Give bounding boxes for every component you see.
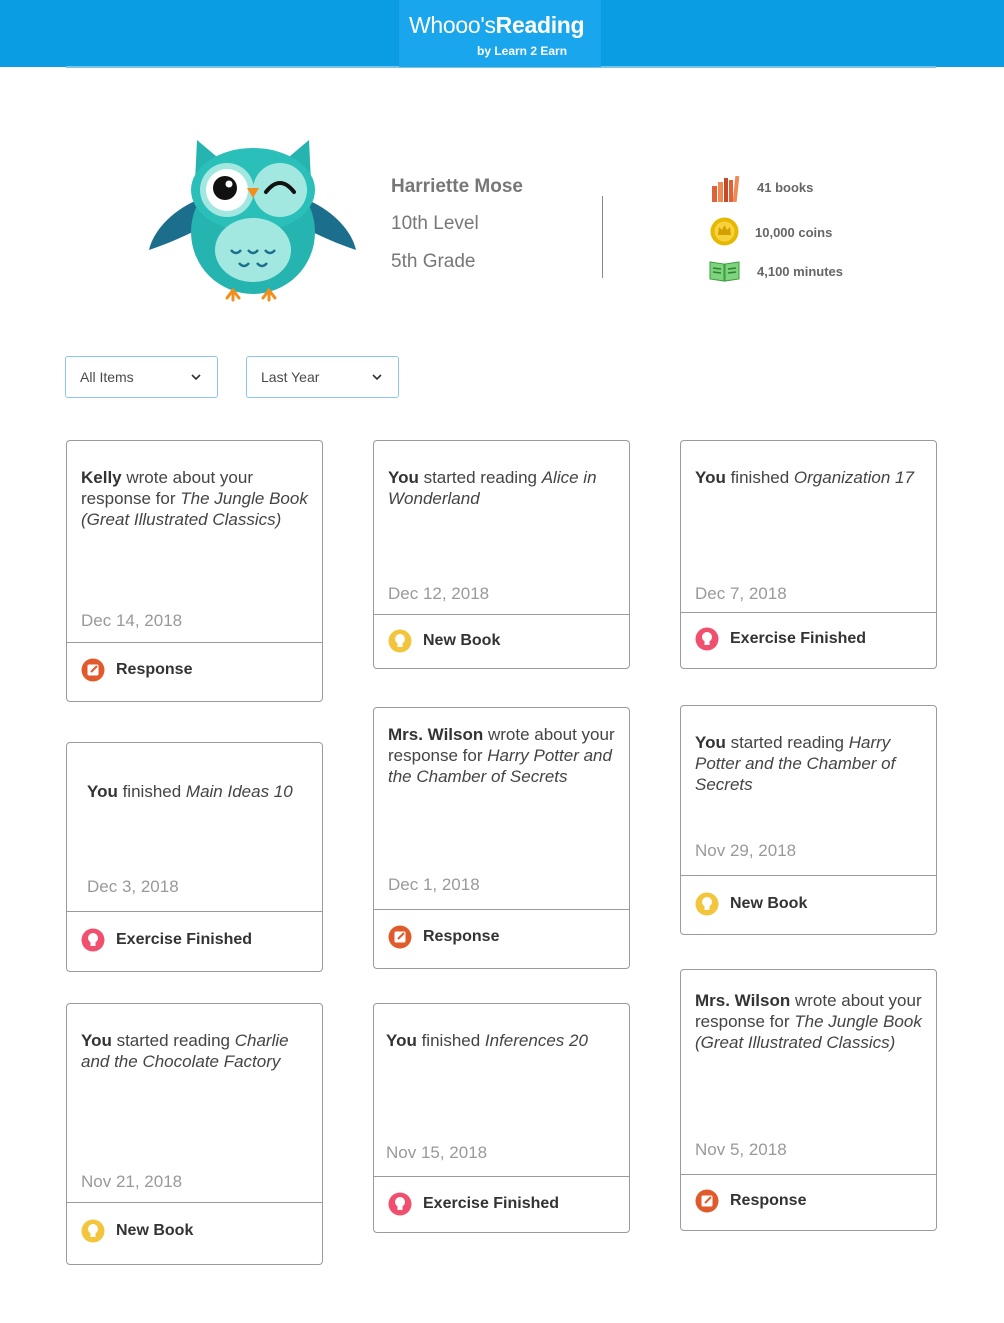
activity-date: Dec 7, 2018 (695, 584, 787, 603)
activity-type-label: Exercise Finished (423, 1195, 560, 1212)
winking-owl-icon (149, 140, 356, 302)
card-divider (67, 642, 322, 643)
card-divider (374, 909, 629, 910)
activity-type-label: New Book (423, 632, 501, 649)
student-level: 10th Level (391, 213, 479, 234)
open-book-icon (709, 261, 740, 282)
card-divider (374, 1176, 629, 1177)
logo-wordmark: Whooo'sReading (409, 12, 585, 38)
logo-tagline: by Learn 2 Earn (477, 44, 568, 58)
card-divider (681, 875, 936, 876)
activity-description: You started reading Alice in Wonderland (388, 468, 597, 508)
coin-icon (710, 217, 739, 246)
card-divider (67, 911, 322, 912)
activity-date: Dec 1, 2018 (388, 875, 480, 894)
activity-description: You finished Organization 17 (695, 468, 914, 487)
activity-type-label: Response (116, 661, 193, 678)
books-icon (712, 175, 740, 202)
activity-description: You started reading Charlie and the Choc… (81, 1031, 289, 1071)
activity-date: Nov 21, 2018 (81, 1172, 183, 1191)
coins-count: 10,000 coins (755, 225, 833, 240)
activity-card[interactable]: You finished Inferences 20 Nov 15, 2018 … (373, 1003, 630, 1233)
chevron-down-icon (372, 374, 382, 381)
activity-type-label: Response (730, 1192, 807, 1209)
exercise-icon (695, 627, 719, 651)
activity-type-label: Exercise Finished (730, 630, 867, 647)
lightbulb-icon (388, 629, 412, 653)
activity-type-label: New Book (730, 895, 808, 912)
response-icon (695, 1189, 719, 1213)
response-icon (81, 658, 105, 682)
activity-card[interactable]: You started reading Charlie and the Choc… (66, 1003, 323, 1265)
period-filter-dropdown[interactable]: Last Year (246, 356, 399, 398)
lightbulb-icon (81, 1219, 105, 1243)
activity-card[interactable]: Kelly wrote about your response for The … (66, 440, 323, 702)
logo[interactable]: Whooo'sReading by Learn 2 Earn (399, 0, 601, 67)
activity-description: Kelly wrote about your response for The … (81, 468, 308, 529)
card-divider (67, 1202, 322, 1203)
profile-divider (602, 196, 603, 278)
activity-description: Mrs. Wilson wrote about your response fo… (388, 725, 615, 786)
activity-date: Nov 5, 2018 (695, 1140, 787, 1159)
chevron-down-icon (191, 374, 201, 381)
response-icon (388, 925, 412, 949)
lightbulb-icon (695, 892, 719, 916)
activity-description: You finished Inferences 20 (386, 1031, 588, 1050)
activity-card[interactable]: You finished Organization 17 Dec 7, 2018… (680, 440, 937, 669)
activity-date: Nov 29, 2018 (695, 841, 797, 860)
activity-card[interactable]: You finished Main Ideas 10 Dec 3, 2018 E… (66, 742, 323, 972)
activity-type-label: Exercise Finished (116, 931, 253, 948)
items-filter-dropdown[interactable]: All Items (65, 356, 218, 398)
items-filter-value: All Items (80, 369, 134, 385)
books-count: 41 books (757, 180, 814, 195)
activity-description: You finished Main Ideas 10 (87, 782, 293, 801)
activity-date: Nov 15, 2018 (386, 1143, 488, 1162)
card-divider (681, 612, 936, 613)
activity-date: Dec 14, 2018 (81, 611, 183, 630)
activity-date: Dec 12, 2018 (388, 584, 490, 603)
period-filter-value: Last Year (261, 369, 320, 385)
activity-description: Mrs. Wilson wrote about your response fo… (695, 991, 922, 1052)
activity-card[interactable]: You started reading Harry Potter and the… (680, 705, 937, 935)
activity-type-label: Response (423, 928, 500, 945)
minutes-count: 4,100 minutes (757, 264, 843, 279)
student-grade: 5th Grade (391, 251, 476, 272)
exercise-icon (388, 1192, 412, 1216)
activity-type-label: New Book (116, 1222, 194, 1239)
card-divider (374, 614, 629, 615)
activity-card[interactable]: You started reading Alice in Wonderland … (373, 440, 630, 669)
activity-card[interactable]: Mrs. Wilson wrote about your response fo… (373, 707, 630, 969)
activity-card[interactable]: Mrs. Wilson wrote about your response fo… (680, 969, 937, 1231)
student-name: Harriette Mose (391, 176, 523, 197)
exercise-icon (81, 928, 105, 952)
activity-description: You started reading Harry Potter and the… (695, 733, 896, 794)
activity-date: Dec 3, 2018 (87, 877, 179, 896)
card-divider (681, 1174, 936, 1175)
